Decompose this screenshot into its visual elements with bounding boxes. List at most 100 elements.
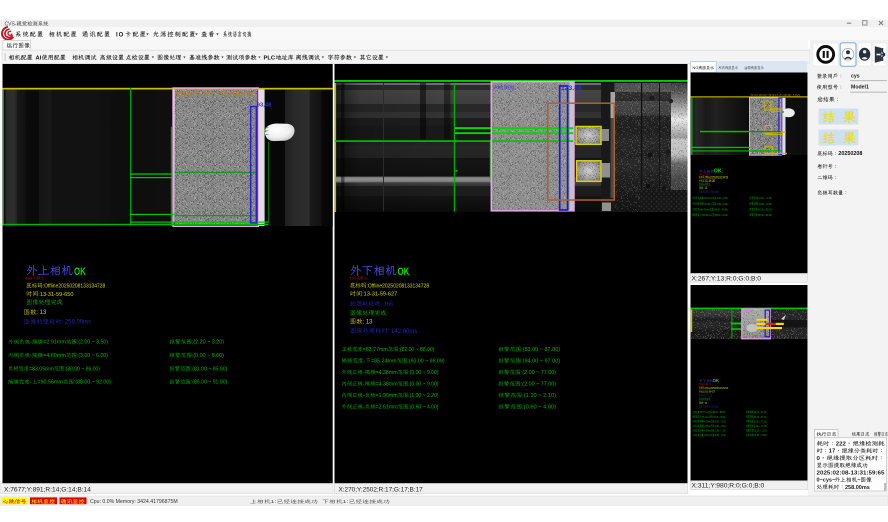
svg-text:222: 222 [836,441,846,447]
svg-text::(1.00 ~ 2.20): :(1.00 ~ 2.20) [714,429,725,433]
svg-text::(2.00 ~ 3.50): :(2.00 ~ 3.50) [716,196,728,200]
svg-text:OK: OK [398,266,410,278]
svg-text:=2.61mm: =2.61mm [376,404,398,410]
svg-text:2025:02:08-13:31:59:65: 2025:02:08-13:31:59:65 [817,470,885,476]
svg-text::(93.00 ~ 98.00): :(93.00 ~ 98.00) [713,415,726,419]
svg-text:17: 17 [829,449,835,455]
svg-text:NG: NG [350,275,356,280]
svg-text::Offline20250208133134728: :Offline20250208133134728 [367,283,430,289]
svg-text:AI: AI [494,85,499,91]
svg-text::(83.00 ~ 87.00): :(83.00 ~ 87.00) [521,347,560,353]
svg-text::(0.00 ~ 8.00): :(0.00 ~ 8.00) [192,353,224,359]
svg-text:=83.05mm: =83.05mm [29,366,54,372]
svg-text:cys: cys [851,74,860,80]
svg-text:AI: AI [703,393,705,397]
svg-text::93: :93 [201,92,210,98]
svg-text::(82.00 ~ 88.00): :(82.00 ~ 88.00) [398,347,434,353]
svg-text::(80.00 ~ 86.00): :(80.00 ~ 86.00) [714,207,728,211]
svg-text::(2.00 ~ 77.00): :(2.00 ~ 77.00) [753,419,766,423]
svg-text::93: :93 [767,94,775,98]
svg-text:-: - [699,424,700,428]
svg-text:-: - [699,213,700,217]
svg-text::(88.00 ~ 92.00): :(88.00 ~ 92.00) [715,213,728,217]
svg-text:-: - [700,196,701,200]
svg-text::(0.60 ~ 4.00): :(0.60 ~ 4.00) [408,404,439,410]
svg-text::(89.00 ~ 91.00): :(89.00 ~ 91.00) [757,213,772,217]
svg-text:NG: NG [693,66,699,70]
svg-text:=2.61mm: =2.61mm [703,433,711,437]
svg-text:: 258.00ms: : 258.00ms [710,190,720,194]
svg-text:PLC: PLC [264,56,276,62]
svg-text:AI: AI [362,302,368,308]
svg-text:: 258.00ms: : 258.00ms [62,320,92,326]
svg-text::(1.10 ~ 2.10): :(1.10 ~ 2.10) [522,393,556,399]
svg-text:X:7677;Y:891;R:14;G:14;B:14: X:7677;Y:891;R:14;G:14;B:14 [4,486,91,493]
svg-text::(0.00 ~ 9.00): :(0.00 ~ 9.00) [714,419,725,423]
svg-text:-: - [699,419,700,423]
svg-text:: 142.00ms: : 142.00ms [388,329,418,335]
svg-text:=83.05mm: =83.05mm [700,207,710,211]
svg-text:: 166: : 166 [380,302,393,308]
svg-text:=4.38mm: =4.38mm [376,370,398,376]
svg-text::(94.00 ~ 97.00): :(94.00 ~ 97.00) [521,358,560,364]
svg-text:=1.90mm: =1.90mm [703,429,711,433]
svg-text::(2.00 ~ 77.00): :(2.00 ~ 77.00) [521,381,557,387]
svg-text::(83.00 ~ 87.00): :(83.00 ~ 87.00) [753,410,767,414]
svg-text::100: :100 [791,94,800,98]
svg-text:=2.91mm: =2.91mm [704,196,713,200]
svg-text:0~cys~: 0~cys~ [817,478,836,484]
svg-text:X:270;Y:2502;R:17;G:17;B:17: X:270;Y:2502;R:17;G:17;B:17 [339,486,424,493]
svg-text:OK: OK [74,266,86,278]
svg-text::(3.00 ~ 6.00): :(3.00 ~ 6.00) [77,353,108,359]
svg-text::(0.00 ~ 9.00): :(0.00 ~ 9.00) [714,424,725,428]
svg-text::(2.20 ~ 3.20): :(2.20 ~ 3.20) [758,196,772,200]
svg-text:: 142.00ms: : 142.00ms [709,405,719,409]
svg-text:20250208: 20250208 [838,151,862,157]
svg-text::(1.10 ~ 2.10): :(1.10 ~ 2.10) [754,429,767,433]
svg-text:OK: OK [713,378,720,383]
svg-text::(0.00 ~ 9.00): :(0.00 ~ 9.00) [408,370,439,376]
svg-text::(0.60 ~ 4.00): :(0.60 ~ 4.00) [754,433,767,437]
svg-text::(80.00 ~ 86.00): :(80.00 ~ 86.00) [64,366,100,372]
svg-text::(2.00 ~ 77.00): :(2.00 ~ 77.00) [521,370,557,376]
svg-text:=95.24mm: =95.24mm [371,358,397,364]
svg-text:OK: OK [714,169,722,175]
svg-text:: 166: : 166 [708,393,712,397]
svg-text:IO: IO [116,32,124,38]
svg-text::(2.20 ~ 3.20): :(2.20 ~ 3.20) [192,340,224,346]
svg-text:=4.38mm: =4.38mm [376,381,398,387]
svg-text:Model1: Model1 [851,85,869,91]
svg-text::(89.00 ~ 91.00): :(89.00 ~ 91.00) [191,380,228,386]
svg-text::(0.60 ~ 4.00): :(0.60 ~ 4.00) [714,433,725,437]
svg-text:=1.90mm: =1.90mm [376,393,398,399]
svg-text:NG: NG [26,275,32,280]
svg-text:X:267;Y:13;R:0;G:0;B:0: X:267;Y:13;R:0;G:0;B:0 [692,275,762,282]
svg-text:=4.38mm: =4.38mm [703,419,711,423]
svg-text::100: :100 [241,92,253,98]
svg-text:123.88: 123.88 [561,85,582,92]
svg-text::(82.00 ~ 88.00): :(82.00 ~ 88.00) [712,410,726,414]
svg-text:1:: 1: [271,499,277,505]
svg-text::(2.00 ~ 77.00): :(2.00 ~ 77.00) [753,424,766,428]
svg-text:0: 0 [817,456,820,462]
svg-text::13-31-59-650: :13-31-59-650 [38,292,73,298]
svg-text:~: ~ [857,478,860,484]
svg-text:: 13: : 13 [703,401,707,405]
svg-text:-: - [700,202,701,206]
svg-text:=2.91mm: =2.91mm [43,340,66,346]
svg-text:Cpu: 0.0% Memory: 3424.4179687: Cpu: 0.0% Memory: 3424.41796875M [90,499,178,505]
svg-text:-: - [699,415,700,419]
svg-text::(88.00 ~ 92.00): :(88.00 ~ 92.00) [74,380,111,386]
svg-text::(0.60 ~ 4.00): :(0.60 ~ 4.00) [522,404,556,410]
svg-text::(93.00 ~ 98.00): :(93.00 ~ 98.00) [407,358,444,364]
svg-text:: 13: : 13 [703,186,707,190]
svg-text::(0.00 ~ 9.00): :(0.00 ~ 9.00) [408,381,439,387]
svg-text:=4.60mm: =4.60mm [43,353,66,359]
svg-text:=4.60mm: =4.60mm [704,202,713,206]
svg-text:=83.77mm: =83.77mm [700,410,709,414]
svg-text:258.00ms: 258.00ms [845,485,870,491]
svg-text:=90.56mm: =90.56mm [37,380,63,386]
svg-text:=4.38mm: =4.38mm [703,424,711,428]
svg-text:1:: 1: [343,499,349,505]
svg-text:-: - [699,429,700,433]
